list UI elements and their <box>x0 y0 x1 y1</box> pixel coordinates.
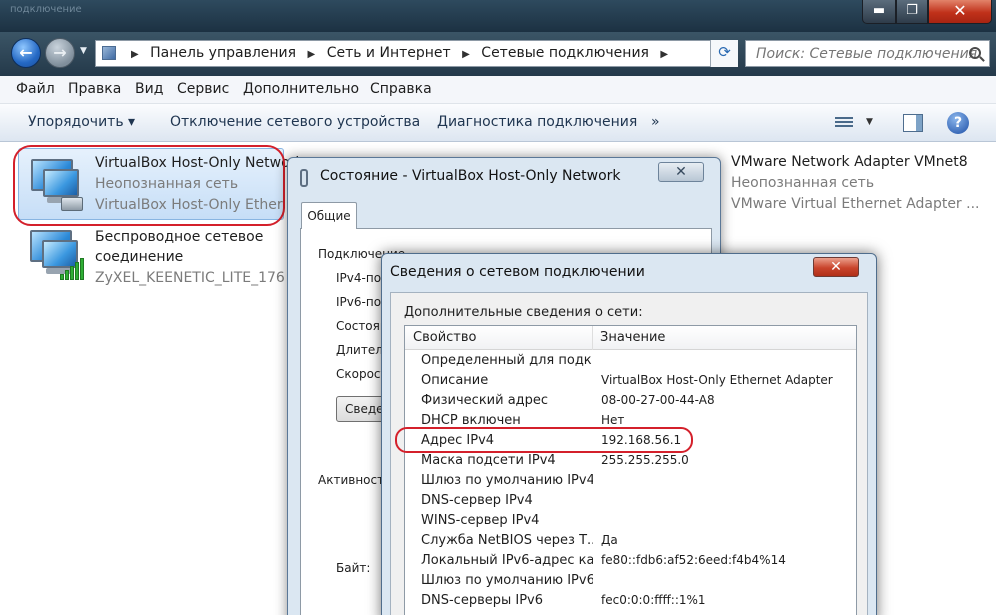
row-value: Нет <box>601 413 625 427</box>
row-property: Определенный для подк... <box>421 353 593 368</box>
table-row[interactable]: Шлюз по умолчанию IPv6 <box>405 571 856 591</box>
row-property: Физический адрес <box>421 393 549 408</box>
details-dialog-title: Сведения о сетевом подключении <box>390 264 645 280</box>
menu-help[interactable]: Справка <box>370 81 432 97</box>
annotation-highlight <box>395 427 693 453</box>
table-row[interactable]: Описание VirtualBox Host-Only Ethernet Ad… <box>405 371 856 391</box>
state-label: Состоян <box>336 319 388 333</box>
breadcrumb: ▶ Панель управления ▶ Сеть и Интернет ▶ … <box>124 45 675 61</box>
table-row[interactable]: Служба NetBIOS через Т... Да <box>405 531 856 551</box>
row-property: Маска подсети IPv4 <box>421 453 556 468</box>
menu-view[interactable]: Вид <box>135 81 163 97</box>
row-value: 08-00-27-00-44-A8 <box>601 393 715 407</box>
table-row[interactable]: Определенный для подк... <box>405 351 856 371</box>
preview-pane-icon[interactable] <box>903 114 923 132</box>
search-input[interactable]: Поиск: Сетевые подключения <box>745 40 990 67</box>
row-property: DHCP включен <box>421 413 521 428</box>
details-list[interactable]: Свойство Значение Определенный для подк.… <box>404 325 857 615</box>
arrow-left-icon: ← <box>19 43 33 62</box>
chevron-right-icon[interactable]: ▶ <box>131 49 139 60</box>
close-button[interactable]: ✕ <box>928 0 992 24</box>
view-dropdown-icon[interactable]: ▼ <box>866 117 873 127</box>
row-property: Локальный IPv6-адрес ка... <box>421 553 593 568</box>
recent-pages-dropdown[interactable]: ▼ <box>80 46 87 56</box>
section-activity-label: Активност <box>318 473 385 487</box>
connection-ssid: ZyXEL_KEENETIC_LITE_1763D <box>95 270 285 286</box>
ghost-title-text: подключение <box>10 4 82 15</box>
breadcrumb-control-panel[interactable]: Панель управления <box>150 45 296 61</box>
window-titlebar: подключение <box>0 0 996 32</box>
tab-general[interactable]: Общие <box>301 202 357 229</box>
table-row[interactable]: DNS-серверы IPv6 fec0:0:0:ffff::1%1 <box>405 591 856 611</box>
row-property: Шлюз по умолчанию IPv6 <box>421 573 593 588</box>
status-close-button[interactable]: ✕ <box>658 162 704 182</box>
table-row[interactable]: Локальный IPv6-адрес ка... fe80::fdb6:af5… <box>405 551 856 571</box>
row-property: Служба NetBIOS через Т... <box>421 533 593 548</box>
status-dialog-title: Состояние - VirtualBox Host-Only Network <box>320 168 621 184</box>
table-row[interactable]: Маска подсети IPv4 255.255.255.0 <box>405 451 856 471</box>
connection-name: Беспроводное сетевое <box>95 229 264 245</box>
connection-wireless[interactable]: Беспроводное сетевое соединение ZyXEL_KE… <box>18 226 285 288</box>
bytes-label: Байт: <box>336 561 371 575</box>
refresh-button[interactable]: ⟳ <box>710 40 738 67</box>
duration-label: Длител <box>336 343 383 357</box>
column-divider[interactable] <box>592 326 593 350</box>
column-value[interactable]: Значение <box>600 330 665 345</box>
refresh-icon: ⟳ <box>718 43 731 61</box>
table-row[interactable]: Физический адрес 08-00-27-00-44-A8 <box>405 391 856 411</box>
table-row[interactable]: DNS-сервер IPv4 <box>405 491 856 511</box>
menu-edit[interactable]: Правка <box>68 81 121 97</box>
row-value: VirtualBox Host-Only Ethernet Adapter <box>601 373 833 387</box>
connection-name: VMware Network Adapter VMnet8 <box>731 154 968 170</box>
breadcrumb-network-connections[interactable]: Сетевые подключения <box>481 45 649 61</box>
address-bar[interactable]: ▶ Панель управления ▶ Сеть и Интернет ▶ … <box>95 40 738 67</box>
row-value: 255.255.255.0 <box>601 453 689 467</box>
connection-status: Неопознанная сеть <box>731 175 875 191</box>
view-options-icon[interactable] <box>835 115 853 131</box>
menu-tools[interactable]: Сервис <box>177 81 229 97</box>
menu-advanced[interactable]: Дополнительно <box>243 81 359 97</box>
details-body: Дополнительные сведения о сети: Свойство… <box>390 292 868 615</box>
details-caption: Дополнительные сведения о сети: <box>404 305 643 320</box>
back-button[interactable]: ← <box>11 38 41 68</box>
network-status-icon <box>300 169 308 187</box>
table-row[interactable]: Шлюз по умолчанию IPv4 <box>405 471 856 491</box>
row-property: DNS-серверы IPv6 <box>421 593 544 608</box>
connection-name-line2: соединение <box>95 249 184 265</box>
details-close-button[interactable]: ✕ <box>813 257 859 277</box>
help-icon[interactable]: ? <box>947 112 969 134</box>
more-commands-button[interactable]: » <box>651 114 660 130</box>
breadcrumb-network-internet[interactable]: Сеть и Интернет <box>327 45 451 61</box>
disable-device-button[interactable]: Отключение сетевого устройства <box>170 114 420 130</box>
table-row[interactable]: WINS-сервер IPv4 <box>405 511 856 531</box>
menu-file[interactable]: Файл <box>16 81 55 97</box>
arrow-right-icon: → <box>53 43 67 62</box>
chevron-right-icon[interactable]: ▶ <box>308 49 316 60</box>
row-property: DNS-сервер IPv4 <box>421 493 533 508</box>
maximize-button[interactable]: ❐ <box>896 0 928 24</box>
speed-label: Скорост <box>336 367 388 381</box>
search-placeholder: Поиск: Сетевые подключения <box>756 46 978 62</box>
signal-strength-icon <box>60 258 86 280</box>
row-property: Описание <box>421 373 489 388</box>
details-header: Свойство Значение <box>405 326 856 350</box>
diagnose-button[interactable]: Диагностика подключения <box>437 114 637 130</box>
row-value: fe80::fdb6:af52:6eed:f4b4%14 <box>601 553 786 567</box>
organize-button[interactable]: Упорядочить ▾ <box>28 114 135 130</box>
row-value: fec0:0:0:ffff::1%1 <box>601 593 706 607</box>
search-icon[interactable] <box>969 47 981 59</box>
column-property[interactable]: Свойство <box>413 330 476 345</box>
row-property: WINS-сервер IPv4 <box>421 513 540 528</box>
row-value: Да <box>601 533 618 547</box>
forward-button[interactable]: → <box>45 38 75 68</box>
minimize-button[interactable]: ▬ <box>862 0 896 24</box>
control-panel-icon <box>102 46 116 60</box>
command-toolbar: Упорядочить ▾ Отключение сетевого устрой… <box>0 104 996 142</box>
row-property: Шлюз по умолчанию IPv4 <box>421 473 593 488</box>
menu-bar: Файл Правка Вид Сервис Дополнительно Спр… <box>0 76 996 104</box>
chevron-right-icon[interactable]: ▶ <box>660 49 668 60</box>
connection-adapter: VMware Virtual Ethernet Adapter ... <box>731 196 980 212</box>
annotation-highlight <box>13 145 285 226</box>
chevron-right-icon[interactable]: ▶ <box>462 49 470 60</box>
